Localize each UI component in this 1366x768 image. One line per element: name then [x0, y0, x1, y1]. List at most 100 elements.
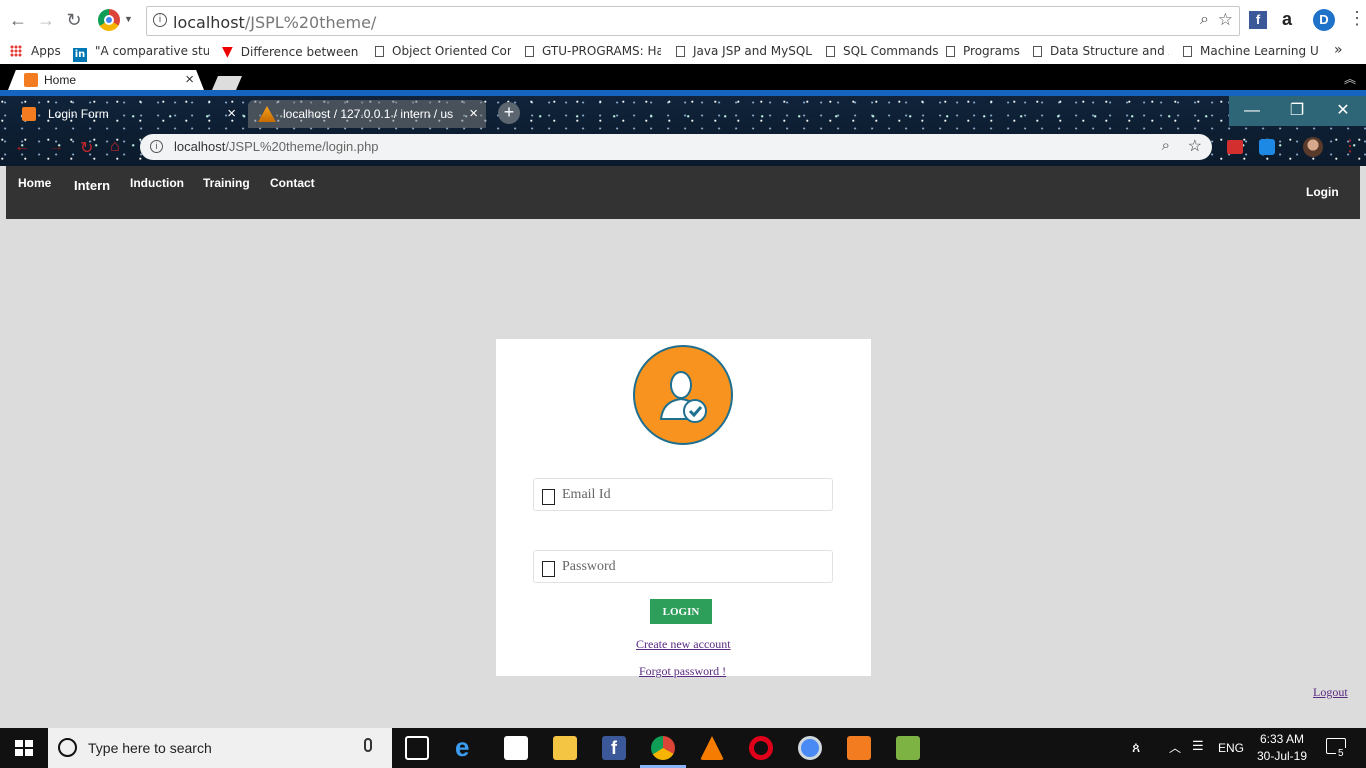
close-icon[interactable]: × [185, 71, 194, 88]
page-icon [676, 46, 685, 57]
file-explorer-icon[interactable] [553, 736, 577, 760]
inner-tab-login-form[interactable]: Login Form × [4, 100, 244, 128]
info-icon[interactable]: i [150, 140, 163, 153]
xampp-icon [24, 73, 38, 87]
bookmark-oop[interactable]: Object Oriented Conc [375, 44, 511, 58]
facebook-app-icon[interactable]: f [602, 736, 626, 760]
xampp-icon [22, 107, 36, 121]
password-field[interactable] [533, 550, 833, 583]
new-tab-plus-icon[interactable]: + [498, 102, 520, 124]
chevron-down-icon[interactable]: ▼ [124, 14, 133, 24]
home-icon[interactable]: ⌂ [110, 138, 120, 156]
nav-login[interactable]: Login [1306, 185, 1339, 199]
zoom-icon[interactable]: ⌕ [1162, 137, 1170, 154]
inner-url-path: /JSPL%20theme/login.php [225, 139, 379, 154]
bookmark-linkedin[interactable]: in "A comparative study [73, 44, 209, 62]
checkbox-glyph-icon [542, 489, 555, 505]
maximize-button[interactable]: ❐ [1274, 96, 1320, 126]
clock-time[interactable]: 6:33 AM [1258, 732, 1306, 746]
outer-url-host: localhost [173, 13, 245, 32]
password-input[interactable] [562, 551, 822, 582]
chrome-taskbar-icon[interactable] [651, 736, 675, 760]
language-indicator[interactable]: ENG [1218, 741, 1244, 755]
nav-contact[interactable]: Contact [270, 176, 315, 190]
taskbar-search-placeholder: Type here to search [88, 740, 212, 756]
people-icon[interactable]: ጰ [1132, 739, 1140, 756]
more-bookmarks-icon[interactable]: » [1334, 42, 1343, 58]
windows-start-icon[interactable] [15, 740, 33, 756]
reload-icon[interactable]: ↻ [80, 138, 93, 158]
pdf-extension-icon[interactable] [1227, 140, 1243, 154]
chromium-icon[interactable] [798, 736, 822, 760]
facebook-extension-icon[interactable]: f [1249, 11, 1267, 29]
email-field[interactable] [533, 478, 833, 511]
chrome-profile-icon[interactable] [98, 9, 120, 31]
outer-tab-home[interactable]: Home × [8, 70, 204, 90]
taskbar-search-box[interactable]: Type here to search [48, 728, 392, 768]
menu-kebab-icon[interactable]: ⋮ [1348, 8, 1366, 29]
menu-kebab-icon[interactable]: ⋮ [1342, 136, 1358, 156]
bookmark-jsp[interactable]: Java JSP and MySQL [676, 44, 812, 58]
chevron-up-icon[interactable]: ︿ [1169, 739, 1181, 756]
phpmyadmin-icon [258, 106, 276, 122]
xampp-taskbar-icon[interactable] [847, 736, 871, 760]
vlc-icon[interactable] [700, 736, 724, 760]
outer-address-bar[interactable]: i localhost/JSPL%20theme/ ⌕ ☆ [146, 6, 1240, 36]
nav-induction[interactable]: Induction [130, 176, 184, 190]
bookmark-difference[interactable]: ▼ Difference between t [222, 44, 360, 60]
forgot-password-link[interactable]: Forgot password ! [639, 664, 726, 679]
notepad-plus-icon[interactable] [896, 736, 920, 760]
back-arrow-icon[interactable]: ← [14, 138, 30, 156]
amazon-extension-icon[interactable]: a [1282, 9, 1292, 30]
create-account-link[interactable]: Create new account [636, 637, 731, 652]
email-input[interactable] [562, 479, 822, 510]
bookmark-ml[interactable]: Machine Learning Us [1183, 44, 1319, 58]
close-icon[interactable]: × [227, 100, 236, 128]
login-button[interactable]: LOGIN [650, 599, 712, 624]
task-view-icon[interactable] [405, 736, 429, 760]
clock-date[interactable]: 30-Jul-19 [1255, 749, 1309, 763]
profile-avatar-icon[interactable]: D [1313, 9, 1335, 31]
logout-link[interactable]: Logout [1313, 685, 1348, 700]
back-arrow-icon[interactable]: ← [6, 8, 30, 32]
mail-icon[interactable] [504, 736, 528, 760]
bookmark-label: SQL Commands [843, 44, 939, 58]
checkbox-glyph-icon [542, 561, 555, 577]
triangle-logo-icon: ▼ [222, 44, 233, 60]
user-verified-avatar-icon [633, 345, 733, 445]
page-icon [1183, 46, 1192, 57]
bookmark-gtu[interactable]: GTU-PROGRAMS: Ha [525, 44, 661, 58]
nav-home[interactable]: Home [18, 176, 51, 190]
nav-training[interactable]: Training [203, 176, 250, 190]
inner-tab-phpmyadmin[interactable]: localhost / 127.0.0.1 / intern / us × [248, 100, 486, 128]
outer-url-text: localhost/JSPL%20theme/ [173, 13, 376, 32]
nav-intern[interactable]: Intern [74, 178, 110, 193]
forward-arrow-icon[interactable]: → [48, 138, 64, 156]
zoom-icon[interactable]: ⌕ [1200, 11, 1209, 29]
reload-icon[interactable]: ↻ [62, 8, 86, 32]
forward-arrow-icon[interactable]: → [34, 8, 58, 32]
star-icon[interactable]: ☆ [1188, 136, 1202, 156]
profile-avatar-icon[interactable] [1303, 137, 1323, 157]
edge-browser-icon[interactable]: e [455, 734, 479, 760]
new-tab-button[interactable] [212, 76, 242, 90]
bookmark-ds[interactable]: Data Structure and Al [1033, 44, 1169, 58]
bookmark-apps[interactable]: Apps [10, 44, 61, 58]
star-icon[interactable]: ☆ [1218, 10, 1233, 30]
close-icon[interactable]: × [469, 100, 478, 128]
minimize-button[interactable]: — [1229, 96, 1275, 126]
inner-url-text: localhost/JSPL%20theme/login.php [174, 139, 379, 154]
microphone-icon[interactable] [364, 738, 372, 752]
info-icon[interactable]: i [153, 13, 167, 27]
bookmark-programs[interactable]: Programs [946, 44, 1020, 58]
login-card: LOGIN Create new account Forgot password… [496, 339, 871, 679]
bookmark-sql[interactable]: SQL Commands [826, 44, 939, 58]
window-close-button[interactable]: ✕ [1320, 96, 1366, 126]
search-extension-icon[interactable] [1259, 139, 1275, 155]
opera-icon[interactable] [749, 736, 773, 760]
chevron-up-icon[interactable]: ︽ [1344, 70, 1356, 87]
wifi-icon[interactable]: ☰ [1192, 738, 1204, 754]
inner-address-bar[interactable]: i localhost/JSPL%20theme/login.php ⌕ ☆ [140, 134, 1212, 160]
bookmark-label: Data Structure and Al [1050, 44, 1169, 58]
bookmark-label: Programs [963, 44, 1020, 58]
